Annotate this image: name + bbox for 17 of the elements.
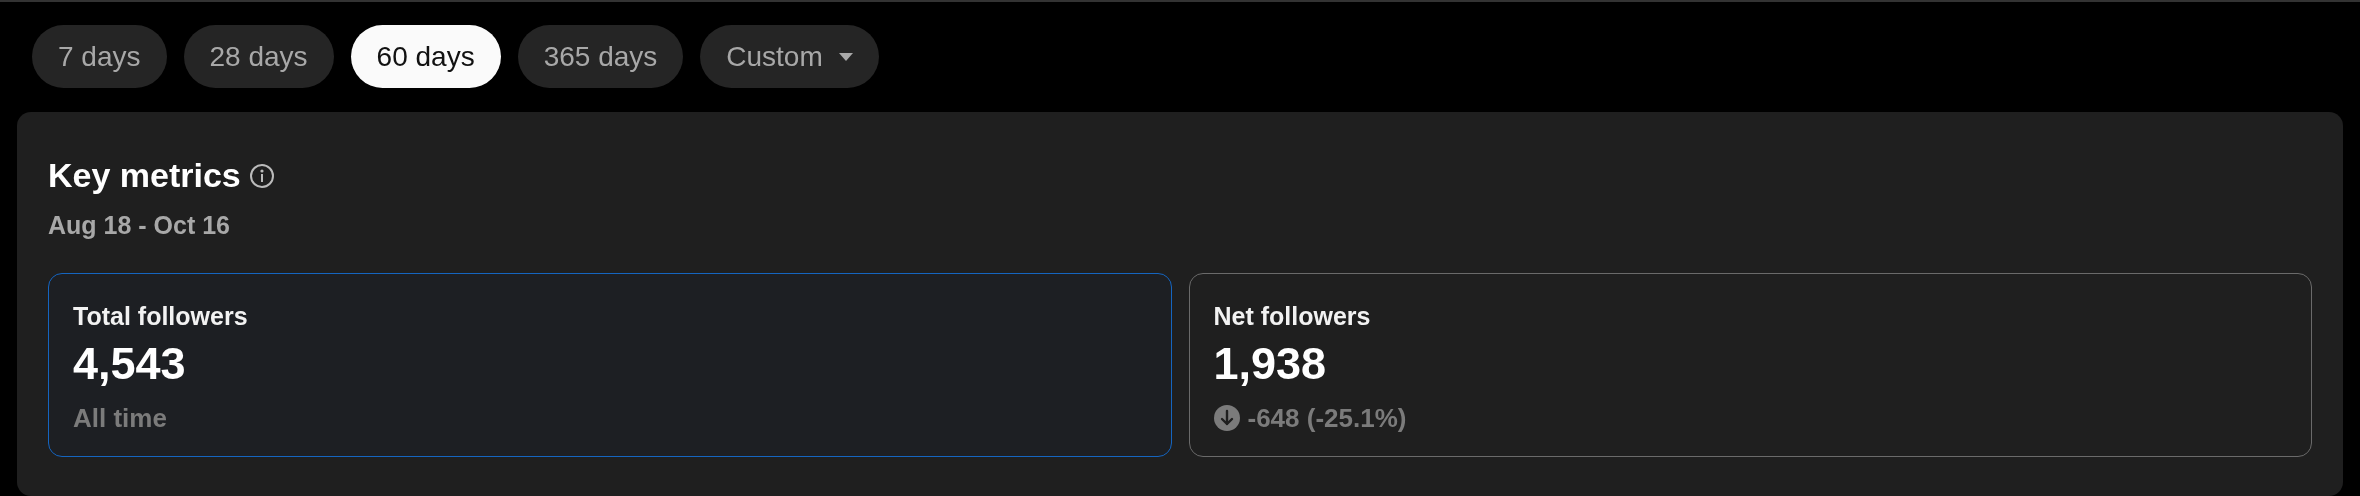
metric-label: Total followers xyxy=(73,300,249,332)
metric-card[interactable]: Total followers 4,543 All time xyxy=(48,272,1172,457)
panel-title: Key metrics xyxy=(48,155,241,196)
custom-range-dropdown[interactable]: Custom xyxy=(700,25,879,88)
metric-note: All time xyxy=(73,401,167,435)
range-tab[interactable]: 365 days xyxy=(517,25,684,88)
metric-value: 1,938 xyxy=(1213,339,1328,389)
caret-icon xyxy=(838,52,853,61)
metric-note: -648 (-25.1%) xyxy=(1247,401,1407,435)
range-tab[interactable]: 60 days xyxy=(350,25,501,88)
date-range: Aug 18 - Oct 16 xyxy=(48,210,231,241)
metric-card[interactable]: Net followers 1,938 -648 (-25.1%) xyxy=(1188,272,2312,457)
range-tab[interactable]: 7 days xyxy=(32,25,167,88)
metric-label: Net followers xyxy=(1213,300,1372,332)
range-tab[interactable]: 28 days xyxy=(183,25,334,88)
info-icon[interactable] xyxy=(248,162,275,189)
metric-value: 4,543 xyxy=(73,339,187,389)
